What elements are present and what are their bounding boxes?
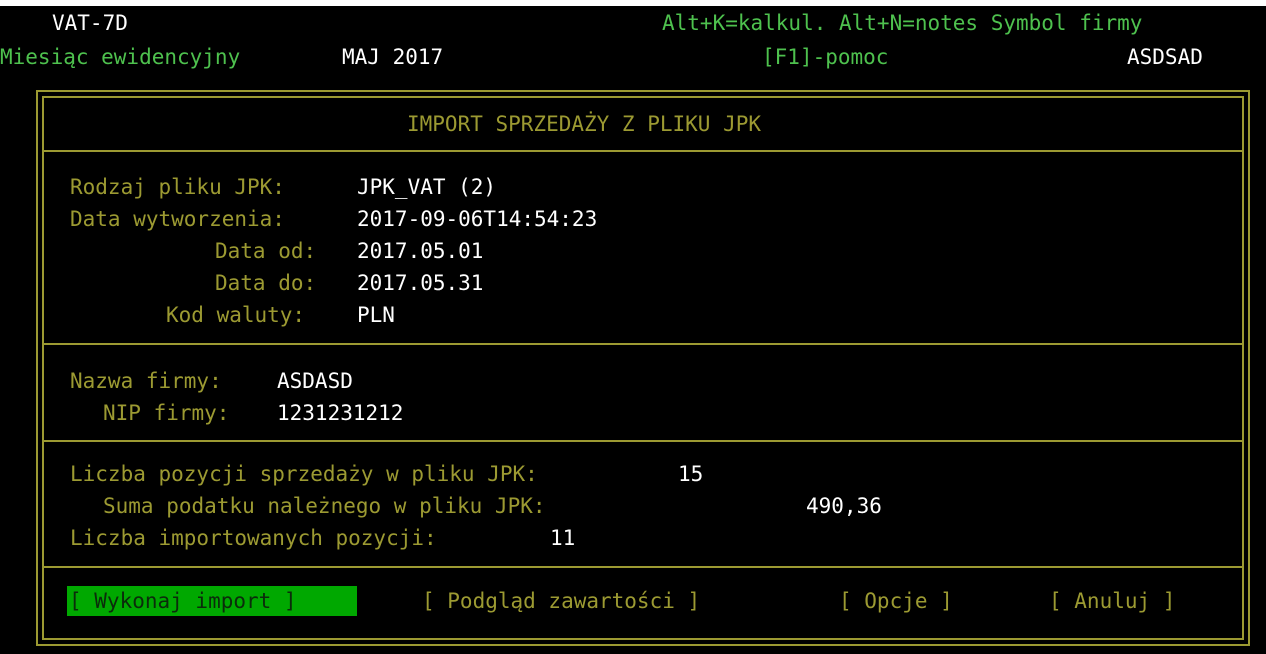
created-value: 2017-09-06T14:54:23 [357,207,598,231]
imported-count-label: Liczba importowanych pozycji: [70,526,437,550]
currency-label: Kod waluty: [166,303,306,327]
divider [44,150,1242,152]
tax-sum-label: Suma podatku należnego w pliku JPK: [103,494,546,518]
dialog-title: IMPORT SPRZEDAŻY Z PLIKU JPK [407,112,762,136]
screen: VAT-7D Alt+K=kalkul. Alt+N=notes Symbol … [0,0,1266,654]
month-value: MAJ 2017 [342,45,444,69]
nip-value: 1231231212 [277,401,404,425]
imported-count-value: 11 [550,526,576,550]
date-from-value: 2017.05.01 [357,239,484,263]
nip-label: NIP firmy: [103,401,230,425]
file-type-label: Rodzaj pliku JPK: [70,175,285,199]
company-name-label: Nazwa firmy: [70,369,222,393]
date-to-label: Data do: [215,271,317,295]
help-hint[interactable]: [F1]-pomoc [762,44,888,70]
shortcuts-hint: Alt+K=kalkul. Alt+N=notes Symbol firmy [662,11,1143,35]
import-button-label: [ Wykonaj import ] [69,589,297,613]
sales-count-value: 15 [678,462,704,486]
company-name-value: ASDASD [277,369,353,393]
divider [44,343,1242,345]
currency-value: PLN [357,303,395,327]
file-type-value: JPK_VAT (2) [357,175,497,199]
preview-button[interactable]: [ Podgląd zawartości ] [422,588,700,614]
created-label: Data wytworzenia: [70,207,285,231]
divider [44,566,1242,568]
date-to-value: 2017.05.31 [357,271,484,295]
company-symbol: ASDSAD [1127,45,1203,69]
sales-count-label: Liczba pozycji sprzedaży w pliku JPK: [70,462,538,486]
tax-sum-value: 490,36 [806,494,882,518]
app-code: VAT-7D [52,11,128,35]
month-label: Miesiąc ewidencyjny [0,45,241,69]
terminal-window: VAT-7D Alt+K=kalkul. Alt+N=notes Symbol … [0,6,1266,654]
import-button[interactable]: [ Wykonaj import ] [67,586,357,616]
cancel-button[interactable]: [ Anuluj ] [1049,588,1175,614]
date-from-label: Data od: [215,239,317,263]
divider [44,440,1242,442]
options-button[interactable]: [ Opcje ] [839,588,953,614]
